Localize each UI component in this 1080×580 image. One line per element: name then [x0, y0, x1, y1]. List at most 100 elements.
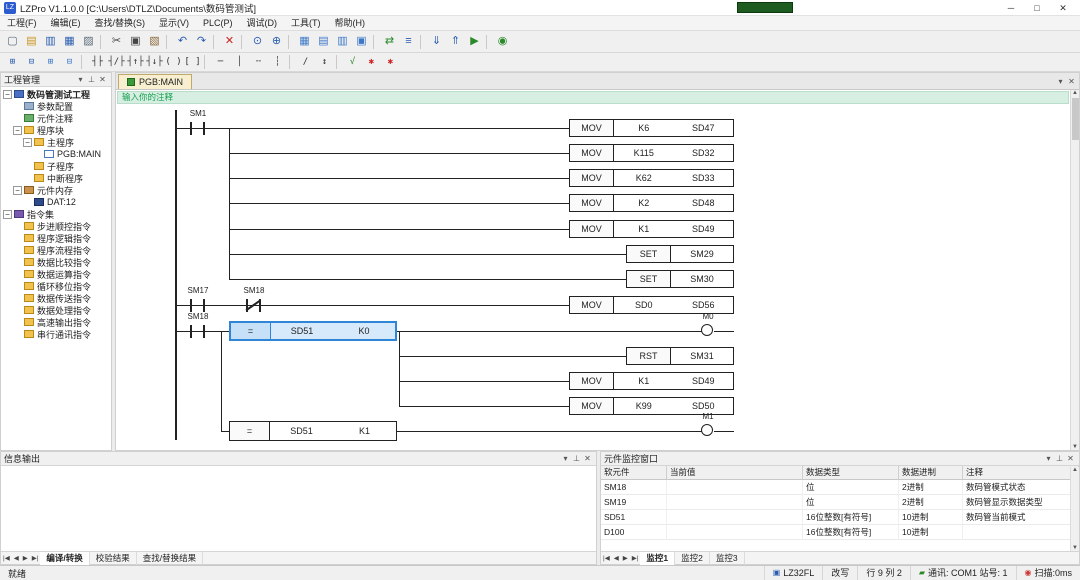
tab-compile-convert[interactable]: 编译/转换 [40, 552, 89, 565]
instruction-icon[interactable]: [ ] [183, 54, 202, 70]
column-header[interactable]: 数据类型 [803, 466, 899, 479]
tree-item[interactable]: 数据处理指令 [1, 304, 111, 316]
tree-item[interactable]: 指令集 [1, 208, 111, 220]
tree-item[interactable]: 程序流程指令 [1, 244, 111, 256]
cut-icon[interactable]: ✂ [107, 33, 126, 51]
tree-expander-icon[interactable] [13, 294, 22, 303]
tree-expander-icon[interactable] [3, 90, 12, 99]
column-header[interactable]: 软元件 [601, 466, 667, 479]
save-all-icon[interactable]: ▦ [60, 33, 79, 51]
scroll-down-icon[interactable]: ▼ [1072, 545, 1078, 551]
tab-scroll-prev-icon[interactable]: ◀ [12, 554, 21, 562]
menu-item[interactable]: 显示(V) [152, 16, 196, 31]
ladder-canvas[interactable]: 输入你的注释 [116, 90, 1070, 450]
tree-expander-icon[interactable] [23, 162, 32, 171]
tree-item[interactable]: 串行通讯指令 [1, 328, 111, 340]
panel-pin-icon[interactable]: ⊥ [571, 454, 582, 463]
compile-icon[interactable]: ≡ [399, 33, 418, 51]
tab-scroll-prev-icon[interactable]: ◀ [612, 554, 621, 562]
star-icon[interactable]: ✱ [381, 54, 400, 70]
tree-expander-icon[interactable] [23, 198, 32, 207]
rung-comment[interactable]: 输入你的注释 [117, 91, 1069, 104]
find-replace-icon[interactable]: ⊕ [267, 33, 286, 51]
invert-icon[interactable]: ∕ [296, 54, 315, 70]
monitor-table-row[interactable]: SM18 位 2进制 数码管模式状态 [601, 480, 1079, 495]
download-plc-icon[interactable]: ⇓ [427, 33, 446, 51]
tree-item[interactable]: 循环移位指令 [1, 280, 111, 292]
output-coil[interactable]: M0 [686, 310, 730, 344]
instruction-box[interactable]: MOVK6SD47 [569, 119, 734, 137]
editor-tab-pgb-main[interactable]: PGB:MAIN [118, 74, 192, 89]
star-icon[interactable]: ✱ [362, 54, 381, 70]
separator[interactable] [289, 55, 294, 69]
scroll-up-icon[interactable]: ▲ [1072, 90, 1078, 96]
undo-icon[interactable]: ↶ [173, 33, 192, 51]
output-coil[interactable]: M1 [686, 410, 730, 444]
separator[interactable] [241, 35, 246, 49]
menu-item[interactable]: 工具(T) [284, 16, 328, 31]
panel-close-icon[interactable]: ✕ [97, 75, 108, 84]
delete-icon[interactable]: ✕ [220, 33, 239, 51]
tree-item[interactable]: 程序逻辑指令 [1, 232, 111, 244]
panel-close-icon[interactable]: ✕ [1065, 454, 1076, 463]
tree-expander-icon[interactable] [13, 126, 22, 135]
tree-item[interactable]: 数据传送指令 [1, 292, 111, 304]
delete-row-icon[interactable]: ⊟ [60, 54, 79, 70]
tree-expander-icon[interactable] [13, 114, 22, 123]
tree-expander-icon[interactable] [13, 222, 22, 231]
vline-icon[interactable]: │ [230, 54, 249, 70]
tree-item[interactable]: 参数配置 [1, 100, 111, 112]
separator[interactable] [486, 35, 491, 49]
menu-item[interactable]: 编辑(E) [44, 16, 88, 31]
tree-expander-icon[interactable] [23, 138, 32, 147]
monitor-table-row[interactable]: D100 16位整数[有符号] 10进制 [601, 525, 1079, 540]
tab-scroll-last-icon[interactable]: ▶| [30, 554, 41, 562]
insert-row-icon[interactable]: ⊞ [41, 54, 60, 70]
open-file-icon[interactable]: ▤ [22, 33, 41, 51]
tree-expander-icon[interactable] [13, 330, 22, 339]
tree-item[interactable]: 程序块 [1, 124, 111, 136]
contact-normally-open[interactable]: SM1 [176, 107, 220, 141]
delete-hline-icon[interactable]: ╌ [249, 54, 268, 70]
instruction-box[interactable]: MOVK1SD49 [569, 220, 734, 238]
delete-cell-icon[interactable]: ⊟ [22, 54, 41, 70]
tree-expander-icon[interactable] [3, 210, 12, 219]
tree-expander-icon[interactable] [23, 174, 32, 183]
panel-close-icon[interactable]: ✕ [582, 454, 593, 463]
column-header[interactable]: 当前值 [667, 466, 803, 479]
info-window-icon[interactable]: ▤ [314, 33, 333, 51]
tab-check-result[interactable]: 校验结果 [90, 552, 137, 565]
tab-list-dropdown-icon[interactable]: ▾ [1055, 77, 1066, 86]
menu-item[interactable]: 查找/替换(S) [88, 16, 153, 31]
panel-dropdown-icon[interactable]: ▾ [1043, 454, 1054, 463]
check-icon[interactable]: √ [343, 54, 362, 70]
instruction-box[interactable]: MOVK1SD49 [569, 372, 734, 390]
project-window-icon[interactable]: ▦ [295, 33, 314, 51]
tree-expander-icon[interactable] [13, 258, 22, 267]
instruction-box[interactable]: MOVK62SD33 [569, 169, 734, 187]
contact-normally-closed[interactable]: SM18 [232, 284, 276, 318]
convert-icon[interactable]: ⇄ [380, 33, 399, 51]
instruction-box[interactable]: SETSM30 [626, 270, 734, 288]
pulse-icon[interactable]: ↕ [315, 54, 334, 70]
tab-monitor-2[interactable]: 监控2 [675, 552, 710, 565]
tree-item[interactable]: 元件注释 [1, 112, 111, 124]
monitor-mode-icon[interactable]: ▶ [465, 33, 484, 51]
contact-normally-open[interactable]: SM18 [176, 310, 220, 344]
tab-scroll-next-icon[interactable]: ▶ [621, 554, 630, 562]
instruction-box[interactable]: MOVK115SD32 [569, 144, 734, 162]
contact-rising-icon[interactable]: ┤↑├ [126, 54, 145, 70]
hline-icon[interactable]: ─ [211, 54, 230, 70]
tree-item[interactable]: 主程序 [1, 136, 111, 148]
tree-item[interactable]: 数据运算指令 [1, 268, 111, 280]
scroll-down-icon[interactable]: ▼ [1072, 444, 1078, 450]
menu-item[interactable]: PLC(P) [196, 16, 240, 31]
tab-scroll-first-icon[interactable]: |◀ [1, 554, 12, 562]
separator[interactable] [213, 35, 218, 49]
separator[interactable] [100, 35, 105, 49]
tree-item[interactable]: 数据比较指令 [1, 256, 111, 268]
print-icon[interactable]: ▨ [79, 33, 98, 51]
tree-item[interactable]: DAT:12 [1, 196, 111, 208]
menu-item[interactable]: 工程(F) [0, 16, 44, 31]
maximize-button[interactable]: □ [1024, 1, 1050, 15]
